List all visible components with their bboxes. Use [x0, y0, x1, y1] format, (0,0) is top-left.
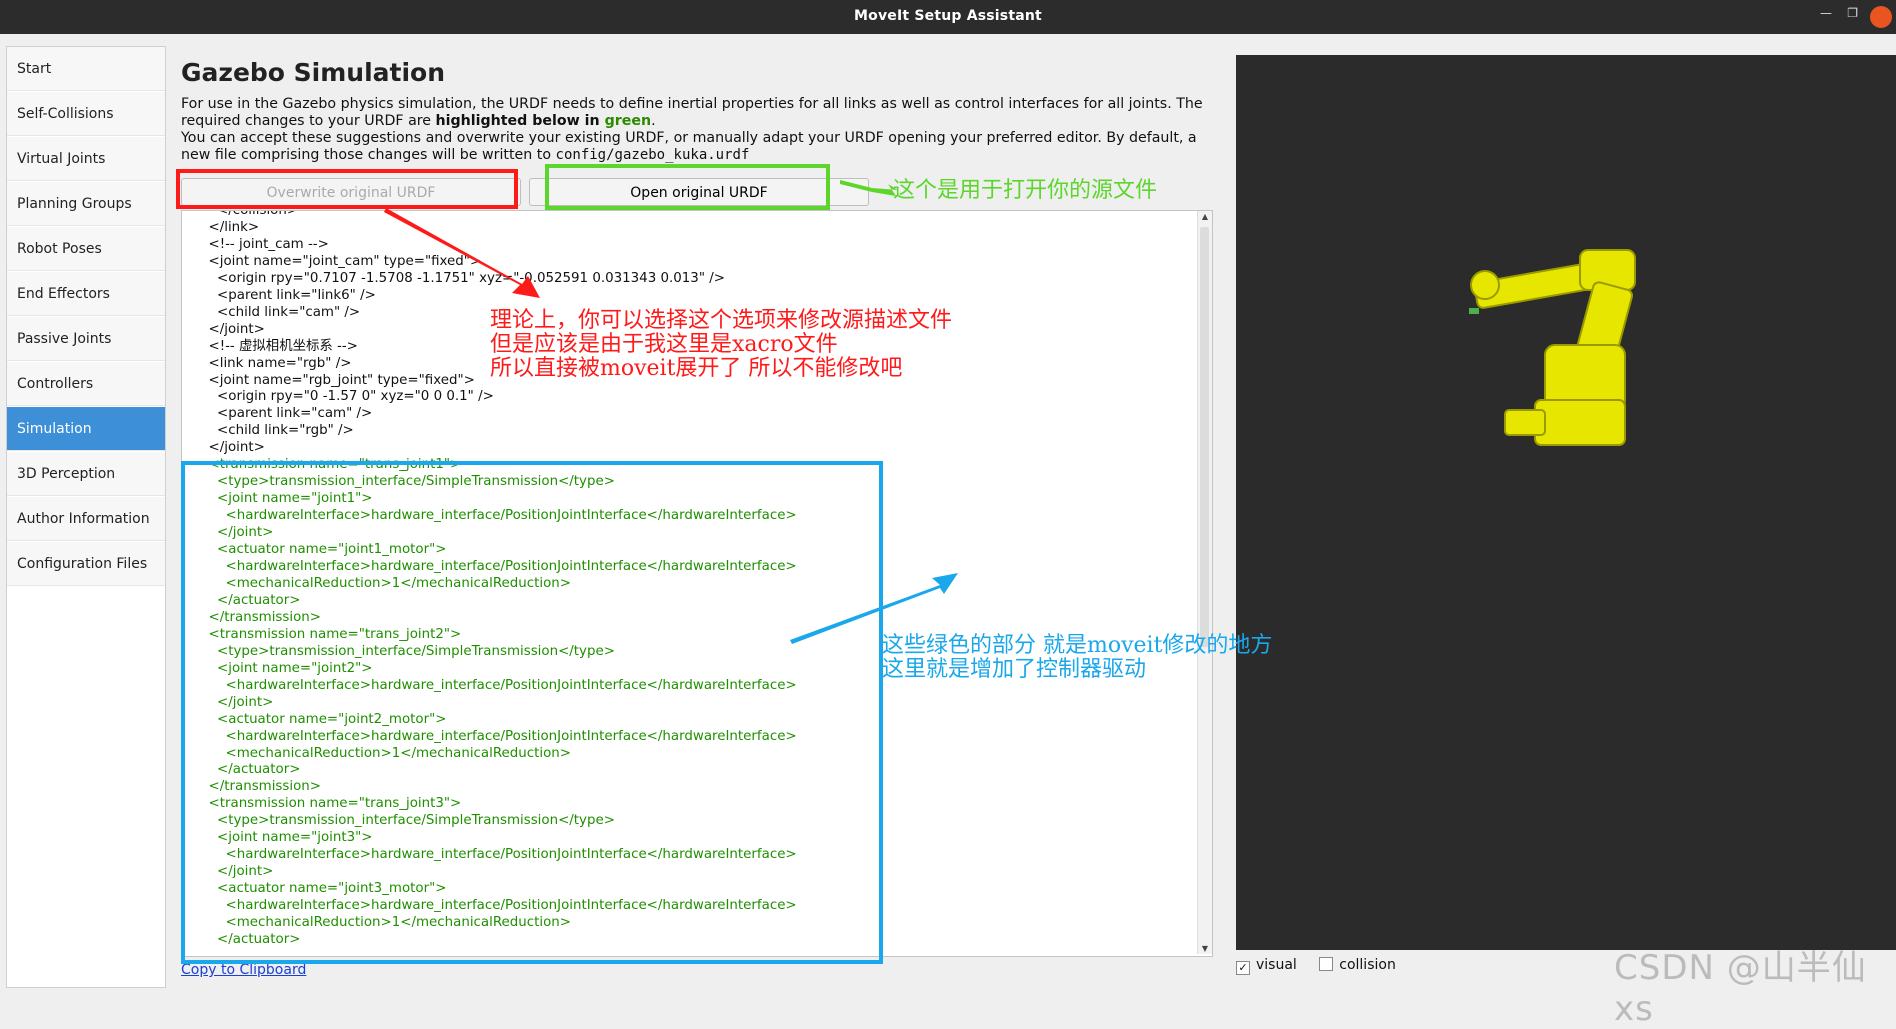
red-note-line: 理论上，你可以选择这个选项来修改源描述文件	[490, 308, 953, 333]
open-button-note: 这个是用于打开你的源文件	[893, 178, 1158, 203]
red-annotation-note: 理论上，你可以选择这个选项来修改源描述文件 但是应该是由于我这里是xacro文件…	[490, 309, 952, 381]
annotation-arrows	[384, 180, 958, 644]
red-note-line: 但是应该是由于我这里是xacro文件	[490, 332, 838, 357]
watermark: CSDN @山半仙xs	[1614, 948, 1867, 1029]
red-arrow-icon	[384, 208, 540, 298]
blue-note-line: 这些绿色的部分 就是moveit修改的地方	[882, 633, 1273, 658]
green-arrow-icon	[840, 180, 898, 196]
blue-note-line: 这里就是增加了控制器驱动	[882, 657, 1147, 682]
red-note-line: 所以直接被moveit展开了 所以不能修改吧	[490, 356, 903, 381]
blue-annotation-note: 这些绿色的部分 就是moveit修改的地方 这里就是增加了控制器驱动	[882, 634, 1272, 682]
